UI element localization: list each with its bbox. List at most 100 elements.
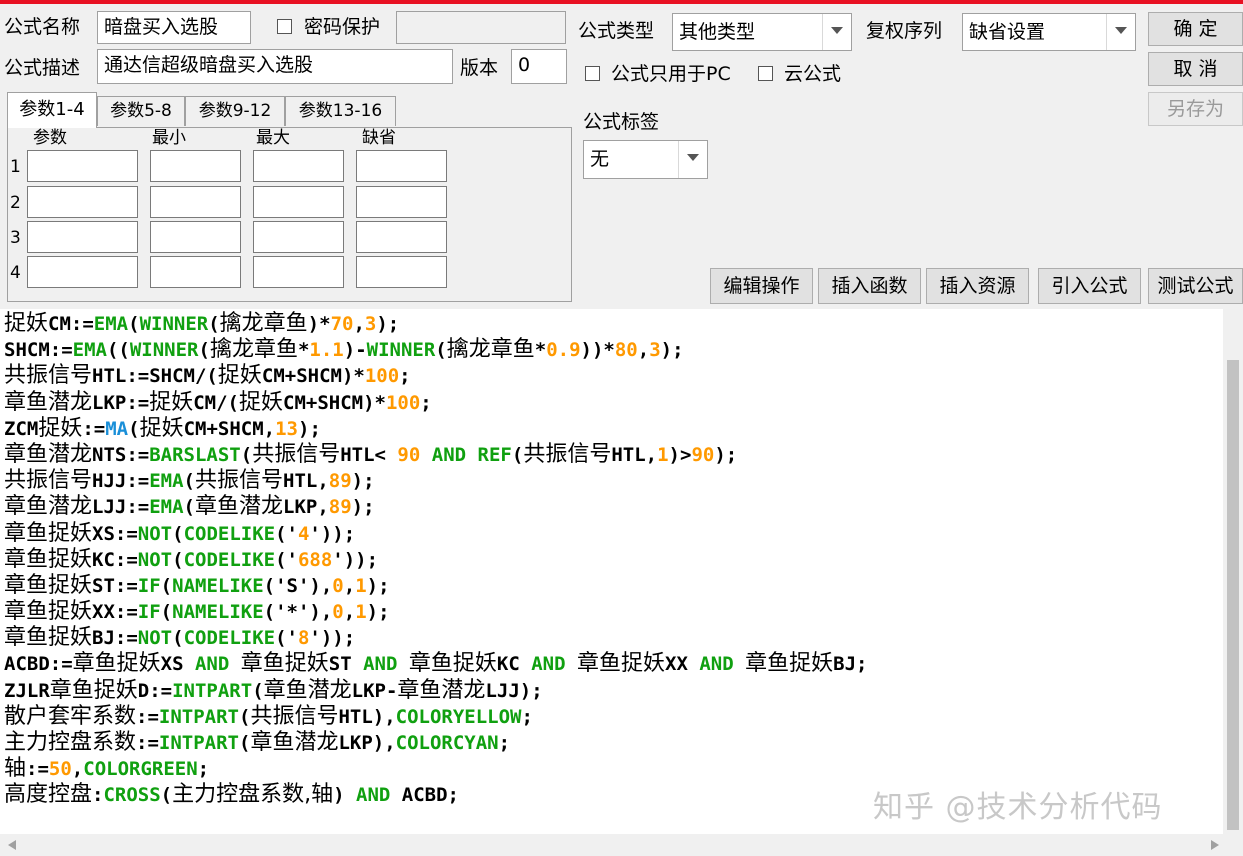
tab-params-9-12[interactable]: 参数9-12 (185, 96, 285, 126)
code-token: 8 (297, 627, 310, 650)
code-line: 主力控盘系数:=INTPART(章鱼潜龙LKP),COLORCYAN; (4, 730, 867, 756)
code-token: 章鱼捉妖 (408, 651, 497, 677)
code-token: MA (105, 417, 129, 440)
code-token: 主力控盘系数 (4, 730, 137, 755)
code-token: 高度控盘 (4, 782, 93, 808)
code-token: ); (376, 313, 400, 335)
code-token: 3 (649, 339, 661, 362)
code-token: 章鱼潜龙 (263, 677, 352, 703)
code-line: 章鱼潜龙LJJ:=EMA(章鱼潜龙LKP,89); (4, 494, 867, 520)
code-token: 章鱼捉妖 (49, 677, 138, 703)
code-token: ')); (309, 627, 356, 650)
code-line: 章鱼捉妖BJ:=NOT(CODELIKE('8')); (4, 625, 867, 651)
code-token: ( (183, 496, 195, 519)
formula-type-select[interactable]: 其他类型 (672, 13, 852, 51)
code-token: := (82, 417, 106, 440)
min-column-header: 最小 (152, 128, 186, 148)
param-min-input[interactable] (150, 221, 241, 253)
code-token: ( (208, 313, 220, 335)
param-name-input[interactable] (27, 150, 138, 182)
ok-button[interactable]: 确 定 (1148, 12, 1243, 46)
code-token: 4 (297, 522, 310, 545)
formula-name-input[interactable]: 暗盘买入选股 (97, 11, 251, 44)
param-min-input[interactable] (150, 186, 241, 218)
code-token: COLORYELLOW (395, 705, 522, 728)
tab-params-13-16[interactable]: 参数13-16 (285, 96, 396, 126)
tag-select[interactable]: 无 (583, 140, 708, 179)
formula-code-editor[interactable]: 捉妖CM:=EMA(WINNER(擒龙章鱼)*70,3); SHCM:=EMA((… (0, 309, 1243, 856)
code-token: 共振信号 (4, 363, 93, 389)
param-max-input[interactable] (253, 150, 344, 182)
chevron-down-icon[interactable] (822, 14, 851, 50)
code-token: 0 (332, 601, 344, 624)
code-token: CROSS (103, 784, 161, 807)
code-line: 章鱼潜龙LKP:=捉妖CM/(捉妖CM+SHCM)*100; (4, 390, 867, 416)
param-max-input[interactable] (253, 256, 344, 288)
param-max-input[interactable] (253, 221, 344, 253)
code-token: 100 (385, 391, 421, 414)
test-formula-button[interactable]: 测试公式 (1148, 268, 1243, 304)
code-token: ))* (580, 339, 615, 362)
code-token: 0.9 (546, 339, 581, 362)
code-token: 章鱼捉妖 (4, 599, 93, 625)
param-min-input[interactable] (150, 256, 241, 288)
param-name-input[interactable] (27, 221, 138, 253)
code-token: 章鱼捉妖 (577, 651, 666, 677)
code-token: , (343, 574, 356, 597)
code-token: 捉妖 (239, 389, 284, 415)
pc-only-checkbox[interactable] (585, 66, 600, 81)
code-token: 共振信号 (252, 441, 341, 467)
code-token: 擒龙章鱼 (219, 311, 308, 336)
code-token: 13 (275, 417, 298, 440)
code-token: * (297, 339, 310, 362)
code-line: ZCM捉妖:=MA(捉妖CM+SHCM,13); (4, 416, 867, 442)
code-token: XS:= (92, 522, 138, 545)
tab-params-5-8[interactable]: 参数5-8 (97, 96, 185, 126)
save-as-button[interactable]: 另存为 (1148, 92, 1243, 126)
code-line: 共振信号HJJ:=EMA(共振信号HTL,89); (4, 468, 867, 494)
code-token: HTL:=SHCM/( (92, 365, 218, 388)
code-token: 89 (328, 470, 352, 493)
param-name-input[interactable] (27, 186, 138, 218)
version-input[interactable]: 0 (511, 49, 567, 84)
param-min-input[interactable] (150, 150, 241, 182)
code-token: 共振信号 (523, 441, 612, 467)
param-default-input[interactable] (356, 221, 447, 253)
insert-resource-button[interactable]: 插入资源 (926, 268, 1029, 304)
rights-select[interactable]: 缺省设置 (962, 13, 1136, 51)
code-token: 章鱼潜龙 (4, 389, 93, 415)
code-token: (' (275, 548, 298, 571)
code-token: EMA (149, 496, 184, 519)
param-name-input[interactable] (27, 256, 138, 288)
code-token: IF (137, 601, 161, 624)
param-default-input[interactable] (356, 186, 447, 218)
code-token: ); (366, 601, 390, 624)
param-default-input[interactable] (356, 150, 447, 182)
code-token: 1 (657, 443, 669, 466)
code-token: 1 (355, 601, 367, 624)
param-default-input[interactable] (356, 256, 447, 288)
vertical-scroll-thumb[interactable] (1227, 360, 1239, 830)
import-formula-button[interactable]: 引入公式 (1038, 268, 1141, 304)
cloud-checkbox[interactable] (758, 66, 773, 81)
code-token: ; (197, 758, 210, 781)
password-checkbox[interactable] (277, 19, 292, 34)
cancel-button[interactable]: 取 消 (1148, 52, 1243, 86)
edit-ops-button[interactable]: 编辑操作 (710, 268, 813, 304)
code-token: : (92, 784, 104, 807)
code-token: AND (363, 653, 398, 676)
tab-params-1-4[interactable]: 参数1-4 (7, 92, 97, 128)
param-max-input[interactable] (253, 186, 344, 218)
chevron-down-icon[interactable] (678, 141, 707, 178)
code-token: ST:= (92, 574, 138, 597)
code-token: ); (366, 574, 390, 597)
code-token: BJ; (833, 653, 868, 676)
code-token: CM/( (193, 391, 239, 414)
horizontal-scrollbar[interactable] (0, 834, 1243, 856)
insert-function-button[interactable]: 插入函数 (818, 268, 921, 304)
formula-desc-input[interactable]: 通达信超级暗盘买入选股 (97, 49, 453, 84)
code-token: LJJ); (485, 679, 543, 702)
chevron-down-icon[interactable] (1106, 14, 1135, 50)
password-input (396, 11, 566, 44)
